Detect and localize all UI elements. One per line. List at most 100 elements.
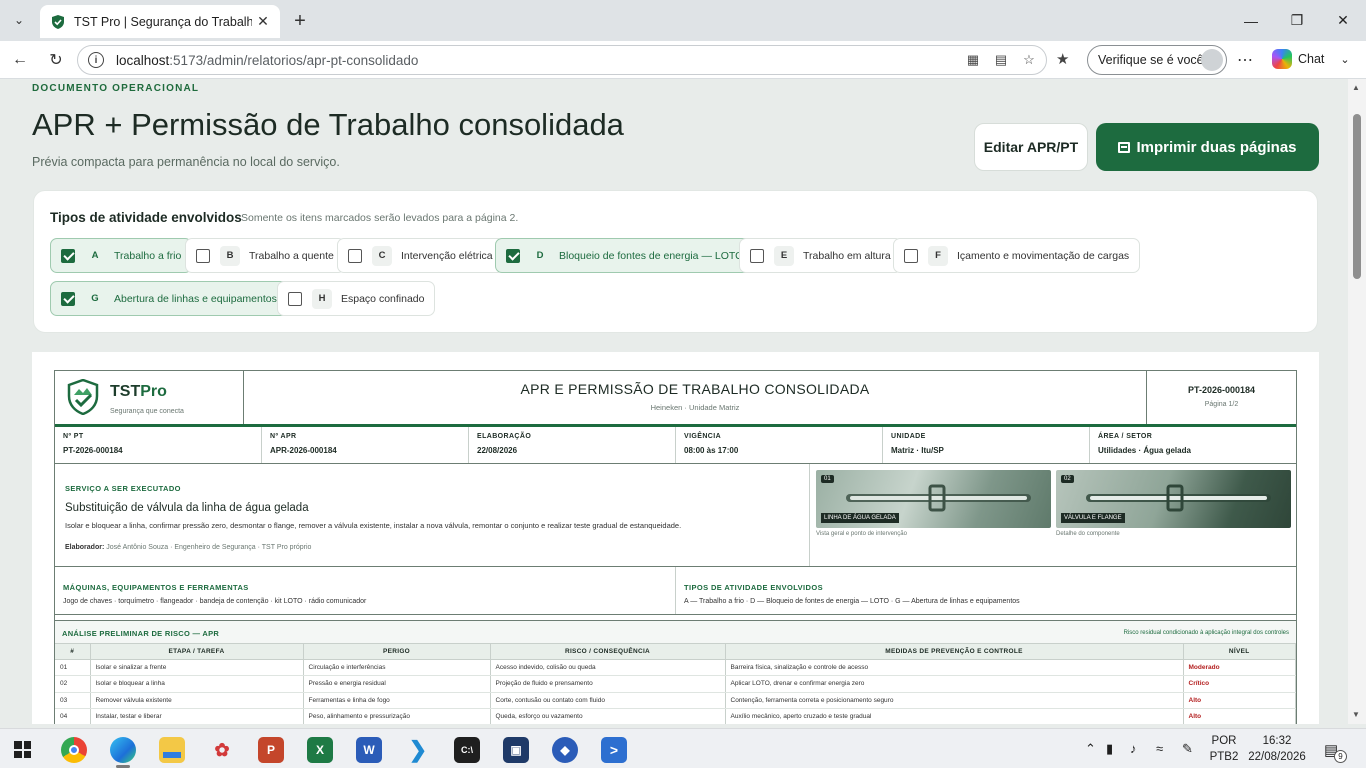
pen-icon[interactable]: ✎ (1182, 741, 1193, 757)
checkbox[interactable] (904, 248, 918, 263)
service-label: SERVIÇO A SER EXECUTADO (65, 484, 181, 493)
clock-time: 16:32 (1262, 735, 1292, 747)
battery-icon[interactable]: ▮ (1106, 741, 1113, 757)
meta-label: UNIDADE (891, 433, 926, 440)
paint-icon[interactable]: ✿ (209, 737, 235, 763)
activity-letter: B (220, 245, 240, 266)
checkbox[interactable] (61, 291, 75, 306)
minimize-window-button[interactable]: — (1228, 0, 1274, 41)
close-tab-icon[interactable]: ✕ (252, 11, 274, 33)
remote-desktop-icon[interactable]: ▣ (503, 737, 529, 763)
site-info-icon[interactable]: i (88, 52, 104, 68)
keyboard-layout: PTB2 (1209, 751, 1239, 763)
powershell-icon[interactable]: > (601, 737, 627, 763)
apr-table: # ETAPA / TAREFA PERIGO RISCO / CONSEQUÊ… (55, 644, 1296, 724)
table-cell: Circulação e interferências (303, 659, 491, 676)
column-header: NÍVEL (1183, 644, 1296, 660)
column-header: RISCO / CONSEQUÊNCIA (490, 644, 726, 660)
document-title: APR E PERMISSÃO DE TRABALHO CONSOLIDADA (520, 381, 870, 397)
excel-icon[interactable]: X (307, 737, 333, 763)
activity-types-title: Tipos de atividade envolvidos (50, 210, 242, 225)
table-cell: Peso, alinhamento e pressurização (303, 708, 491, 724)
table-cell: Auxílio mecânico, aperto cruzado e teste… (725, 708, 1184, 724)
favorite-star-icon[interactable]: ☆ (1020, 50, 1038, 70)
vscode-icon[interactable]: ❯ (405, 737, 431, 763)
network-icon[interactable]: ≈ (1156, 741, 1163, 756)
document-number: PT-2026-000184 (1187, 385, 1256, 395)
activity-types-cell: TIPOS DE ATIVIDADE ENVOLVIDOS A — Trabal… (676, 567, 1296, 614)
table-cell: Aplicar LOTO, drenar e confirmar energia… (725, 675, 1184, 693)
edge-icon[interactable] (110, 737, 136, 763)
volume-icon[interactable]: ♪ (1130, 741, 1137, 756)
powerpoint-icon[interactable]: P (258, 737, 284, 763)
app-available-icon[interactable]: ▦ (964, 50, 982, 70)
edit-apr-pt-button[interactable]: Editar APR/PT (974, 123, 1088, 171)
risk-level: Moderado (1183, 659, 1296, 676)
chevron-up-icon[interactable]: ⌃ (1085, 741, 1096, 757)
more-options-icon[interactable]: ⋯ (1237, 50, 1253, 70)
photo-thumbnail[interactable]: 01 LINHA DE ÁGUA GELADA (816, 470, 1051, 528)
checkbox[interactable] (348, 248, 362, 263)
shield-check-icon (52, 14, 64, 29)
copilot-icon (1272, 49, 1292, 69)
checkbox[interactable] (196, 248, 210, 263)
new-tab-button[interactable]: + (288, 9, 312, 33)
windows-start-icon[interactable] (14, 741, 31, 758)
terminal-icon[interactable]: C:\ (454, 737, 480, 763)
meta-cell: UNIDADE Matriz · Itu/SP (883, 427, 1090, 463)
profile-button[interactable]: Verifique se é você (1087, 45, 1227, 75)
activity-letter: F (928, 245, 948, 266)
scroll-up-icon[interactable]: ▲ (1352, 83, 1360, 92)
activity-chip-f[interactable]: F Içamento e movimentação de cargas (893, 238, 1141, 273)
document-title-cell: APR E PERMISSÃO DE TRABALHO CONSOLIDADA … (244, 371, 1147, 424)
meta-cell: Nº PT PT-2026-000184 (55, 427, 262, 463)
address-bar[interactable]: i localhost:5173/admin/relatorios/apr-pt… (77, 45, 1047, 75)
author-label: Elaborador: (65, 544, 105, 551)
browser-tab-active[interactable]: TST Pro | Segurança do Trabalho ✕ (40, 5, 280, 38)
favorites-icon[interactable]: ★ (1056, 50, 1069, 68)
activity-chip-h[interactable]: H Espaço confinado (277, 281, 436, 316)
meta-label: Nº PT (63, 433, 84, 440)
photo-thumbnail[interactable]: 02 VÁLVULA E FLANGE (1056, 470, 1291, 528)
back-button[interactable]: ← (6, 47, 34, 73)
scroll-thumb[interactable] (1353, 114, 1361, 279)
close-window-button[interactable]: ✕ (1320, 0, 1366, 41)
table-row: 04 Instalar, testar e liberar Peso, alinha… (55, 708, 1296, 724)
print-two-pages-button[interactable]: Imprimir duas páginas (1096, 123, 1319, 171)
photo-caption: Vista geral e ponto de intervenção (816, 531, 907, 537)
copilot-chat-button[interactable]: Chat ⌄ (1272, 49, 1350, 69)
checkbox[interactable] (750, 248, 764, 263)
risk-level: Crítico (1183, 675, 1296, 693)
tab-actions-menu[interactable]: ⌄ (6, 7, 32, 33)
apr-section-header: ANÁLISE PRELIMINAR DE RISCO — APR Risco … (55, 620, 1296, 644)
activity-chip-c[interactable]: C Intervenção elétrica (337, 238, 504, 273)
apr-table-header: # ETAPA / TAREFA PERIGO RISCO / CONSEQUÊ… (55, 644, 1296, 660)
word-icon[interactable]: W (356, 737, 382, 763)
machines-cell: MÁQUINAS, EQUIPAMENTOS E FERRAMENTAS Jog… (55, 567, 676, 614)
clock[interactable]: 16:32 22/08/2026 (1244, 733, 1310, 765)
scroll-down-icon[interactable]: ▼ (1352, 710, 1360, 719)
activity-label: Abertura de linhas e equipamentos (114, 292, 277, 305)
chrome-icon[interactable] (61, 737, 87, 763)
risk-level: Alto (1183, 692, 1296, 709)
reload-button[interactable]: ↻ (42, 47, 70, 73)
input-language[interactable]: POR PTB2 (1208, 733, 1240, 765)
page-scrollbar[interactable]: ▲ ▼ (1348, 79, 1366, 724)
activity-types-label: TIPOS DE ATIVIDADE ENVOLVIDOS (684, 583, 823, 592)
checkbox[interactable] (506, 248, 520, 263)
activity-letter: A (91, 250, 99, 261)
tab-bar: ⌄ TST Pro | Segurança do Trabalho ✕ + — … (0, 0, 1366, 41)
checkbox[interactable] (288, 291, 302, 306)
activity-chip-a[interactable]: A Trabalho a frio (50, 238, 193, 273)
reader-mode-icon[interactable]: ▤ (992, 50, 1010, 70)
activity-chip-g[interactable]: G Abertura de linhas e equipamentos (50, 281, 288, 316)
maximize-window-button[interactable]: ❐ (1274, 0, 1320, 41)
activity-chip-d[interactable]: D Bloqueio de fontes de energia — LOTO (495, 238, 755, 273)
app-icon[interactable]: ◆ (552, 737, 578, 763)
file-explorer-icon[interactable] (159, 737, 185, 763)
brand-name-a: TST (110, 383, 141, 400)
activity-letter: D (536, 250, 544, 261)
checkbox[interactable] (61, 248, 75, 263)
activity-chip-b[interactable]: B Trabalho a quente (185, 238, 345, 273)
activity-chip-e[interactable]: E Trabalho em altura (739, 238, 902, 273)
